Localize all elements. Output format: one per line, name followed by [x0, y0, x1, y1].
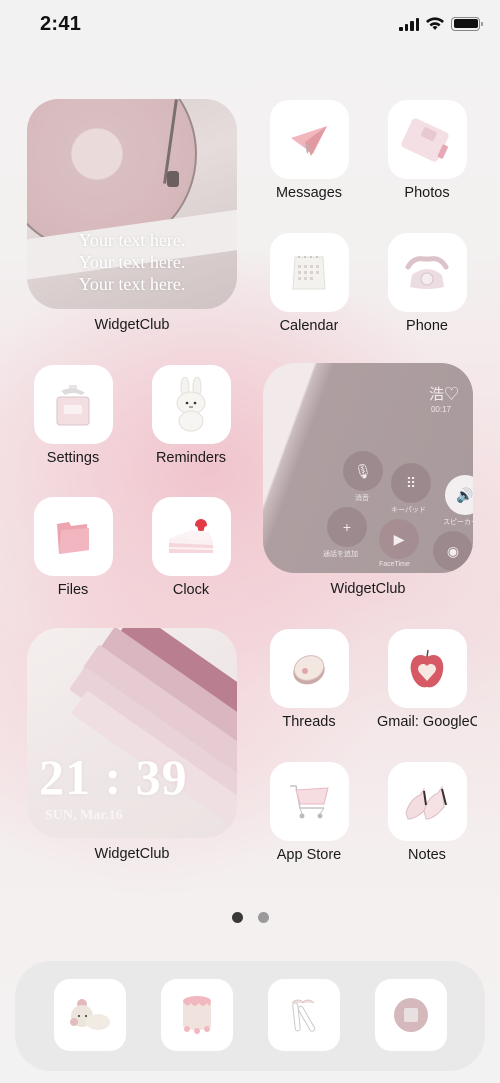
app-calendar[interactable]: Calendar — [259, 233, 359, 334]
app-threads[interactable]: Threads — [259, 629, 359, 730]
app-label: Reminders — [155, 450, 227, 466]
widget-clock-time: 21 : 39 — [39, 749, 188, 805]
widget-clock-date: SUN, Mar.16 — [45, 808, 123, 823]
app-gmail[interactable]: Gmail: GoogleC — [377, 629, 477, 730]
widget-books-image[interactable]: 21 : 39 SUN, Mar.16 — [27, 628, 237, 838]
status-bar: 2:41 — [0, 0, 500, 50]
lip-balm-tin-icon[interactable] — [269, 629, 349, 708]
teddy-bear-icon — [70, 999, 110, 1030]
widget-turntable-image[interactable]: Your text here. Your text here. Your tex… — [27, 99, 237, 309]
dock — [15, 961, 485, 1071]
facetime-icon: ▶ — [379, 519, 419, 559]
dock-app-1[interactable] — [54, 979, 126, 1051]
app-messages[interactable]: Messages — [259, 100, 359, 201]
pink-planner-icon[interactable] — [387, 100, 467, 179]
widget-clock-photo[interactable]: 21 : 39 SUN, Mar.16 WidgetClub — [26, 628, 238, 862]
widget-phone-call-image[interactable]: 浩♡ 00:17 🎙 消音 ⠿ キーパッド 🔊 スピーカー + 通話を追加 ▶ … — [263, 363, 473, 573]
app-photos[interactable]: Photos — [377, 100, 477, 201]
app-reminders[interactable]: Reminders — [141, 365, 241, 466]
strawberry-cake-icon[interactable] — [151, 497, 231, 576]
keypad-label: キーパッド — [391, 507, 426, 514]
app-app-store[interactable]: App Store — [259, 762, 359, 863]
desk-calendar-icon[interactable] — [269, 233, 349, 312]
app-files[interactable]: Files — [23, 497, 123, 598]
rotary-phone-icon[interactable] — [387, 233, 467, 312]
app-label: Clock — [172, 582, 210, 598]
shopping-cart-icon[interactable] — [269, 762, 349, 841]
paper-plane-icon[interactable] — [269, 100, 349, 179]
app-clock[interactable]: Clock — [141, 497, 241, 598]
pink-heels-icon[interactable] — [387, 762, 467, 841]
compact-mirror-icon — [394, 998, 428, 1032]
app-label: Notes — [408, 847, 446, 863]
speaker-label: スピーカー — [443, 519, 473, 526]
caller-name: 浩♡ — [428, 386, 459, 403]
app-label: Phone — [406, 318, 448, 334]
status-icons — [399, 16, 483, 31]
bow-hair-clips-icon — [291, 999, 316, 1032]
add-call-label: 通話を追加 — [323, 551, 358, 558]
widget-text-lines: Your text here. Your text here. Your tex… — [27, 229, 237, 295]
widget-text-line: Your text here. — [78, 252, 186, 272]
cellular-signal-icon — [399, 17, 419, 31]
dock-app-3[interactable] — [268, 979, 340, 1051]
pink-folder-icon[interactable] — [33, 497, 113, 576]
app-label: Settings — [46, 450, 100, 466]
call-duration: 00:17 — [430, 405, 451, 414]
page-indicator[interactable] — [0, 912, 500, 923]
battery-icon — [451, 16, 483, 31]
app-notes[interactable]: Notes — [377, 762, 477, 863]
widget-text-line: Your text here. — [78, 230, 186, 250]
pink-cake-stand-icon — [183, 996, 211, 1034]
perfume-bottle-icon[interactable] — [33, 365, 113, 444]
add-call-icon: + — [327, 507, 367, 547]
app-label: Messages — [275, 185, 343, 201]
heart-apple-icon[interactable] — [387, 629, 467, 708]
contacts-icon: ◉ — [433, 531, 473, 571]
widget-text-line: Your text here. — [78, 274, 186, 294]
widget-phone-call-photo[interactable]: 浩♡ 00:17 🎙 消音 ⠿ キーパッド 🔊 スピーカー + 通話を追加 ▶ … — [262, 363, 474, 597]
status-time: 2:41 — [40, 13, 82, 35]
app-label: Threads — [282, 714, 336, 730]
widget-label: WidgetClub — [94, 317, 170, 333]
mute-label: 消音 — [355, 495, 369, 502]
facetime-label: FaceTime — [379, 561, 410, 568]
app-label: App Store — [276, 847, 342, 863]
app-settings[interactable]: Settings — [23, 365, 123, 466]
app-phone[interactable]: Phone — [377, 233, 477, 334]
keypad-icon: ⠿ — [391, 463, 431, 503]
widget-label: WidgetClub — [330, 581, 406, 597]
page-dot-active[interactable] — [231, 912, 243, 923]
app-label: Calendar — [279, 318, 339, 334]
dock-app-4[interactable] — [375, 979, 447, 1051]
speaker-icon: 🔊 — [445, 475, 473, 515]
white-bunny-plush-icon[interactable] — [151, 365, 231, 444]
app-label: Photos — [404, 185, 450, 201]
app-label: Gmail: GoogleC — [377, 714, 477, 730]
mute-icon: 🎙 — [343, 451, 383, 491]
widget-label: WidgetClub — [94, 846, 170, 862]
battery-fill — [453, 19, 478, 28]
wifi-icon — [426, 17, 444, 30]
page-dot[interactable] — [257, 912, 269, 923]
widget-text-photo[interactable]: Your text here. Your text here. Your tex… — [26, 99, 238, 333]
tonearm-head-graphic — [167, 171, 179, 187]
dock-app-2[interactable] — [161, 979, 233, 1051]
app-label: Files — [57, 582, 89, 598]
